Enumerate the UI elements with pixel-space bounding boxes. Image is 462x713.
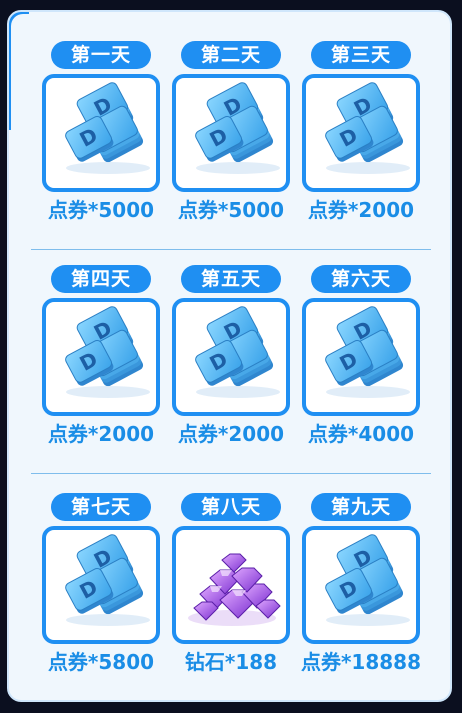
reward-card[interactable] <box>172 526 290 644</box>
reward-amount: 点券*5000 <box>177 198 285 222</box>
reward-card[interactable] <box>42 74 160 192</box>
reward-amount: 点券*2000 <box>177 422 285 446</box>
row-divider <box>31 473 431 474</box>
coupon-stack-icon <box>193 80 281 175</box>
reward-card[interactable] <box>172 74 290 192</box>
coupon-stack-icon <box>323 304 411 399</box>
coupon-stack-icon <box>63 80 151 175</box>
day-label: 第八天 <box>181 493 281 521</box>
reward-card[interactable] <box>42 298 160 416</box>
reward-card[interactable] <box>302 298 420 416</box>
day-label: 第五天 <box>181 265 281 293</box>
row-divider <box>31 249 431 250</box>
reward-amount: 钻石*188 <box>184 650 278 674</box>
reward-card[interactable] <box>302 74 420 192</box>
day-label: 第二天 <box>181 41 281 69</box>
reward-amount: 点券*2000 <box>307 198 415 222</box>
reward-amount: 点券*2000 <box>47 422 155 446</box>
reward-card[interactable] <box>172 298 290 416</box>
coupon-stack-icon <box>323 80 411 175</box>
coupon-stack-icon <box>63 304 151 399</box>
reward-amount: 点券*18888 <box>300 650 422 674</box>
reward-card[interactable] <box>42 526 160 644</box>
reward-amount: 点券*5800 <box>47 650 155 674</box>
sign-in-rewards-panel: 第一天 点券*5000 第二天 点券*5000 第三天 点券*2000 第四天 点券*2000… <box>7 10 452 702</box>
day-label: 第六天 <box>311 265 411 293</box>
coupon-stack-icon <box>323 532 411 627</box>
day-label: 第一天 <box>51 41 151 69</box>
day-label: 第三天 <box>311 41 411 69</box>
reward-card[interactable] <box>302 526 420 644</box>
coupon-stack-icon <box>63 532 151 627</box>
reward-amount: 点券*4000 <box>307 422 415 446</box>
diamond-pile-icon <box>187 553 281 627</box>
day-label: 第四天 <box>51 265 151 293</box>
coupon-stack-icon <box>193 304 281 399</box>
reward-amount: 点券*5000 <box>47 198 155 222</box>
day-label: 第九天 <box>311 493 411 521</box>
day-label: 第七天 <box>51 493 151 521</box>
